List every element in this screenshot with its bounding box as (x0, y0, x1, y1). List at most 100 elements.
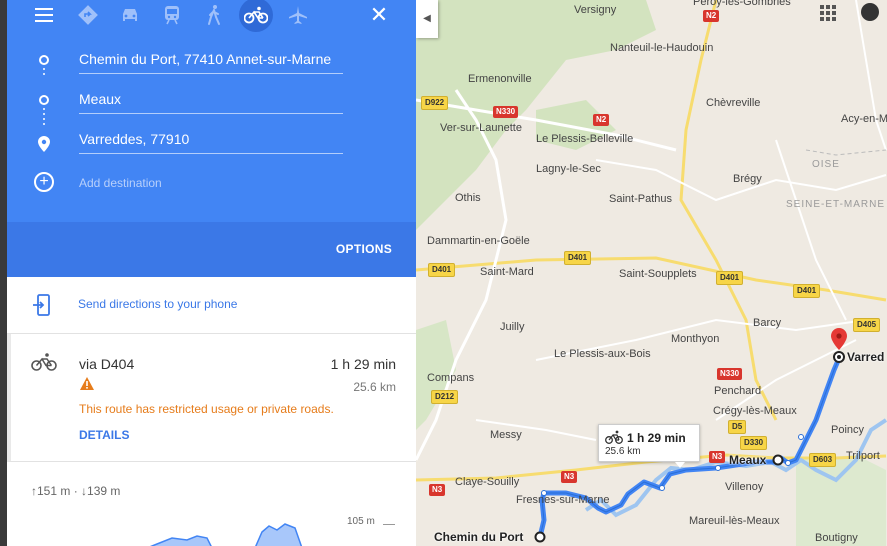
place-label: Othis (455, 192, 481, 204)
destination-pin-icon (38, 136, 50, 157)
region-label: OISE (812, 159, 840, 170)
directions-panel: ✕ Chemin du Port, 77410 Annet-sur-Marne … (0, 0, 416, 546)
notifications-bell-icon[interactable] (861, 3, 879, 21)
route-warning: This route has restricted usage or priva… (79, 402, 334, 416)
send-to-phone-label: Send directions to your phone (78, 297, 238, 311)
road-shield: D603 (809, 453, 837, 467)
place-label: Nanteuil-le-Haudouin (610, 42, 714, 54)
waypoint-input[interactable]: Meaux (79, 86, 343, 114)
route-via: via D404 (79, 356, 135, 372)
place-label: Trilport (846, 450, 880, 462)
place-label: Monthyon (671, 333, 720, 345)
place-label: Messy (490, 429, 522, 441)
route-duration: 1 h 29 min (330, 356, 396, 372)
route-option[interactable]: via D404 1 h 29 min 25.6 km This route h… (7, 334, 416, 462)
train-icon[interactable] (155, 0, 189, 30)
diamond-turn-icon[interactable] (71, 0, 105, 30)
place-label: Lagny-le-Sec (536, 163, 601, 175)
waypoint-stop: Meaux (7, 82, 416, 120)
route-distance: 25.6 km (353, 380, 396, 394)
add-icon[interactable]: + (34, 172, 54, 192)
place-label: Crégy-lès-Meaux (713, 405, 797, 417)
road-shield: D405 (853, 318, 881, 332)
road-shield: N3 (709, 451, 726, 463)
elevation-profile: ↑151 m · ↓139 m 105 m (7, 462, 416, 546)
collapse-panel-button[interactable]: ◀ (416, 0, 438, 38)
place-label: Versigny (574, 4, 617, 16)
origin-stop: Chemin du Port, 77410 Annet-sur-Marne (7, 42, 416, 80)
send-to-phone-row[interactable]: Send directions to your phone (7, 278, 416, 334)
place-label: Dammartin-en-Goële (427, 235, 530, 247)
place-label: Chèvreville (706, 97, 761, 109)
maps-app: ✕ Chemin du Port, 77410 Annet-sur-Marne … (0, 0, 887, 546)
ascent-value: 151 m (37, 484, 71, 498)
road-shield: D401 (716, 271, 744, 285)
callout-tail (675, 462, 685, 468)
stat-separator: · (73, 484, 78, 498)
road-shield: D330 (740, 436, 768, 450)
place-label: Ermenonville (468, 73, 532, 85)
road-shield: N2 (703, 10, 720, 22)
place-label: Barcy (753, 317, 782, 329)
callout-distance: 25.6 km (605, 446, 641, 457)
route-callout[interactable]: 1 h 29 min 25.6 km (598, 424, 700, 468)
road-shield: N3 (561, 471, 578, 483)
place-label: Saint-Soupplets (619, 268, 697, 280)
bike-icon (31, 352, 57, 377)
waypoint-map-label: Meaux (729, 453, 767, 467)
map-view[interactable]: ◀ Versigny Peroy-les-Gombries Nanteuil-l… (416, 0, 887, 546)
destination-stop: Varreddes, 77910 (7, 122, 416, 160)
road-shield: D401 (428, 263, 456, 277)
options-button[interactable]: OPTIONS (336, 242, 392, 256)
warning-icon (80, 377, 94, 395)
place-label: Saint-Pathus (609, 193, 672, 205)
close-icon[interactable]: ✕ (362, 0, 396, 30)
elevation-chart (149, 523, 303, 546)
place-label: Le Plessis-Belleville (536, 133, 634, 145)
place-label: Boutigny (815, 532, 858, 544)
road-shield: N330 (717, 368, 743, 380)
add-destination[interactable]: + Add destination (7, 170, 416, 198)
details-link[interactable]: DETAILS (79, 428, 129, 442)
bike-icon[interactable] (239, 0, 273, 32)
place-label: Juilly (500, 321, 525, 333)
elevation-stats: ↑151 m · ↓139 m (31, 484, 120, 498)
origin-input[interactable]: Chemin du Port, 77410 Annet-sur-Marne (79, 46, 343, 74)
apps-grid-icon[interactable] (820, 5, 836, 26)
car-icon[interactable] (113, 0, 147, 30)
walk-icon[interactable] (197, 0, 231, 30)
road-shield: D212 (431, 390, 459, 404)
place-label: Mareuil-lès-Meaux (689, 515, 780, 527)
place-label: Ver-sur-Launette (440, 122, 522, 134)
origin-dot-icon (39, 55, 49, 65)
menu-icon[interactable] (27, 0, 61, 30)
place-label: Penchard (714, 385, 762, 397)
place-label: Poincy (831, 424, 865, 436)
travel-mode-bar: ✕ (7, 0, 416, 32)
place-label: Claye-Souilly (455, 476, 520, 488)
place-label: Le Plessis-aux-Bois (554, 348, 651, 360)
waypoint-dot-icon (39, 95, 49, 105)
road-shield: N2 (593, 114, 610, 126)
place-label: Saint-Mard (480, 266, 534, 278)
place-label: Acy-en-M (841, 113, 887, 125)
plane-icon[interactable] (281, 0, 315, 30)
road-shield: D922 (421, 96, 449, 110)
place-label: Fresnes-sur-Marne (516, 494, 610, 506)
place-label: Compans (427, 372, 475, 384)
region-label: SEINE-ET-MARNE (786, 199, 886, 210)
connector-dots (43, 68, 45, 78)
place-label: Peroy-les-Gombries (693, 0, 791, 8)
place-label: Brégy (733, 173, 762, 185)
origin-map-label: Chemin du Port (434, 530, 524, 544)
road-shield: D5 (728, 420, 747, 434)
road-shield: N3 (429, 484, 446, 496)
place-label: Villenoy (725, 481, 764, 493)
destination-map-label: Varred (847, 350, 885, 364)
road-shield: D401 (793, 284, 821, 298)
road-shield: D401 (564, 251, 592, 265)
destination-input[interactable]: Varreddes, 77910 (79, 126, 343, 154)
send-to-phone-icon (33, 294, 51, 321)
callout-duration: 1 h 29 min (627, 431, 686, 445)
chevron-left-icon: ◀ (423, 13, 431, 24)
